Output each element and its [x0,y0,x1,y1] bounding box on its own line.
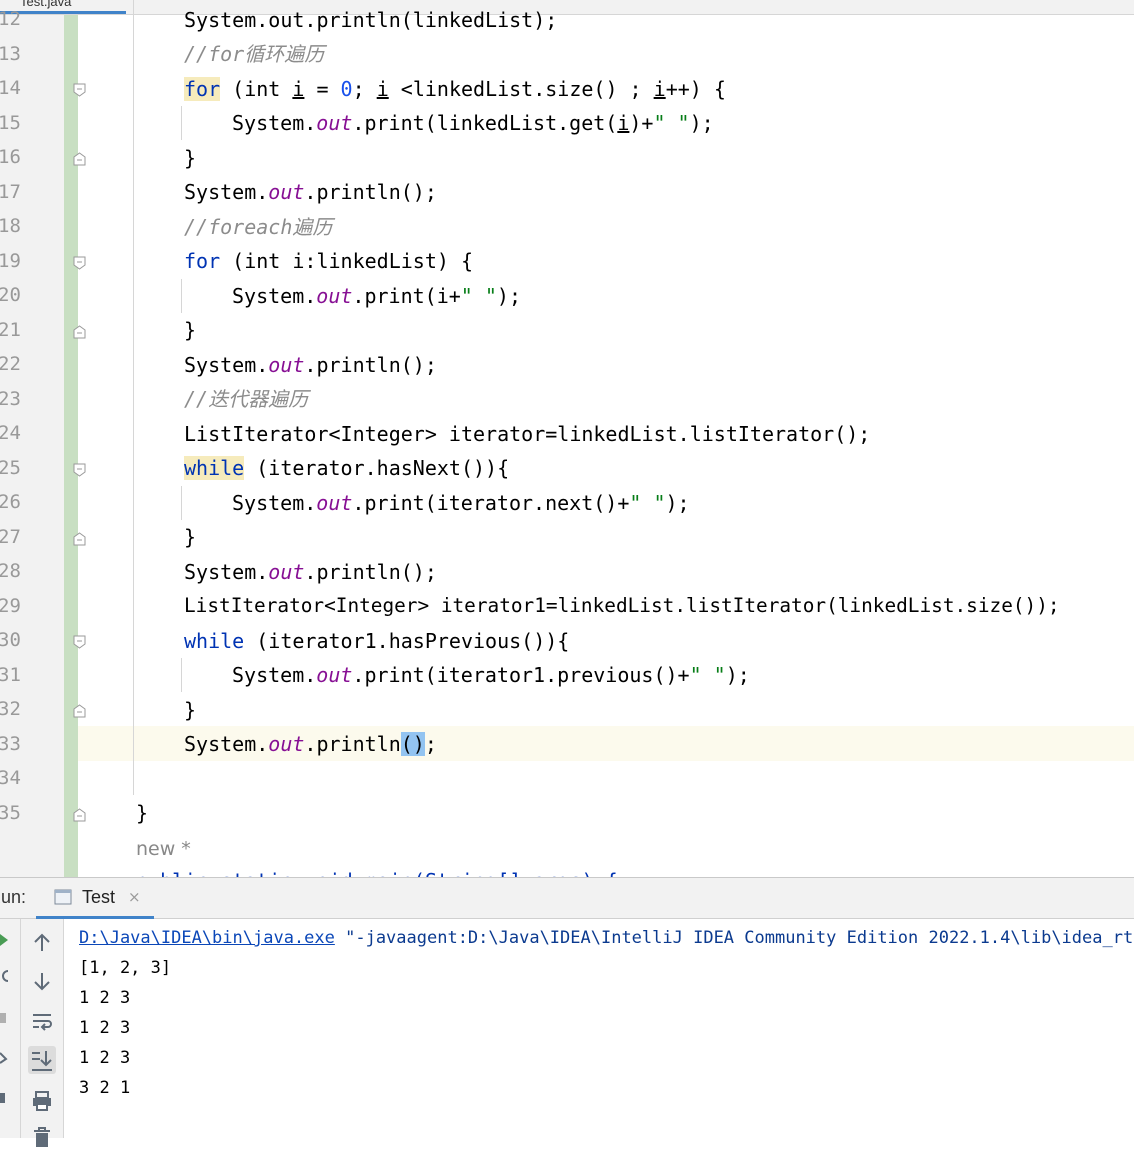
indent-guide [181,106,182,140]
console-icon [54,889,72,905]
line-number: 24 [0,422,21,444]
run-header: Run: Test × [0,878,1134,919]
code-line: ListIterator<Integer> iterator1=linkedLi… [184,594,1060,617]
editor-tab-bar: Test.java [0,0,1134,15]
code-line: System.out.print(linkedList.get(i)+" "); [232,111,714,135]
console-output[interactable]: D:\Java\IDEA\bin\java.exe "-javaagent:D:… [63,919,1134,1138]
console-output-line: [1, 2, 3] [79,958,172,978]
run-tab-name: Test [82,887,116,907]
run-tab-test[interactable]: Test × [36,878,154,919]
line-number: 17 [0,181,21,203]
indent-guide [181,658,182,692]
code-line: for (int i:linkedList) { [184,249,473,273]
stop-icon[interactable] [0,1009,14,1027]
line-number: 32 [0,698,21,720]
fold-start-icon[interactable] [73,83,86,97]
line-number: 25 [0,457,21,479]
scroll-to-end-icon [32,1051,52,1071]
run-tool-window: Run: Test × D:\Java\IDEA\bin\java.exe "-… [0,877,1134,1147]
code-line: for (int i = 0; i <linkedList.size() ; i… [184,77,726,101]
line-number: 34 [0,767,21,789]
fold-start-icon[interactable] [73,635,86,649]
line-number: 21 [0,319,21,341]
indent-guide [181,486,182,520]
run-left-toolbar [0,919,21,1138]
matched-parens: () [400,732,425,756]
console-command-line: D:\Java\IDEA\bin\java.exe "-javaagent:D:… [79,928,1134,948]
fold-start-icon[interactable] [73,256,86,270]
console-output-line: 1 2 3 [79,1048,131,1068]
line-number: 15 [0,112,21,134]
line-number: 23 [0,388,21,410]
code-line: System.out.println(); [184,560,437,584]
restart-icon[interactable] [0,967,14,985]
console-output-line: 1 2 3 [79,1018,131,1038]
code-line: } [184,318,197,342]
print-icon[interactable] [30,1089,54,1113]
line-number: 35 [0,802,21,824]
line-number: 16 [0,146,21,168]
code-line: ListIterator<Integer> iterator=linkedLis… [184,422,871,446]
code-line: while (iterator1.hasPrevious()){ [184,629,570,653]
line-number: 30 [0,629,21,651]
code-line: System.out.print(iterator1.previous()+" … [232,663,750,687]
fold-end-icon[interactable] [73,325,86,339]
code-line: System.out.print(i+" "); [232,284,522,308]
code-line: //迭代器遍历 [184,387,309,411]
code-editor[interactable]: Test.java 12 13 14 15 16 17 18 19 20 21 … [0,0,1134,877]
code-line: System.out.println(linkedList); [184,8,558,32]
console-output-line: 1 2 3 [79,988,131,1008]
console-output-line: 3 2 1 [79,1078,131,1098]
rerun-icon[interactable] [0,931,14,949]
line-number: 28 [0,560,21,582]
line-number: 18 [0,215,21,237]
fold-end-icon[interactable] [73,532,86,546]
code-line: } [184,525,197,549]
line-number: 33 [0,733,21,755]
line-number: 14 [0,77,21,99]
code-line: } [184,698,197,722]
code-line: //foreach遍历 [184,215,333,239]
code-line: System.out.println(); [184,353,437,377]
line-number: 31 [0,664,21,686]
line-number: 27 [0,526,21,548]
indent-guide [181,279,182,313]
line-number: 20 [0,284,21,306]
code-line: } [184,146,197,170]
code-line: System.out.println(); [184,180,437,204]
usage-inlay-hint[interactable]: new * [136,832,191,866]
line-number: 13 [0,43,21,65]
run-label: Run: [0,887,27,907]
fold-end-icon[interactable] [73,808,86,822]
code-line: while (iterator.hasNext()){ [184,456,510,480]
fold-end-icon[interactable] [73,704,86,718]
code-line: } [136,801,149,825]
java-exe-link[interactable]: D:\Java\IDEA\bin\java.exe [79,928,335,948]
line-number: 26 [0,491,21,513]
up-arrow-icon[interactable] [30,931,54,955]
pin-icon[interactable] [0,1089,14,1107]
code-line-current: System.out.println(); [184,732,437,756]
fold-end-icon[interactable] [73,152,86,166]
layout-icon[interactable] [0,1049,14,1067]
fold-start-icon[interactable] [73,463,86,477]
soft-wrap-icon[interactable] [30,1009,54,1033]
trash-icon[interactable] [30,1125,54,1149]
scroll-to-end-button[interactable] [28,1046,56,1074]
console-toolbar [21,919,64,1147]
line-number: 12 [0,8,21,30]
code-line: System.out.print(iterator.next()+" "); [232,491,690,515]
line-number: 19 [0,250,21,272]
vcs-change-marker [64,0,78,877]
line-number: 22 [0,353,21,375]
code-line: //for循环遍历 [184,42,325,66]
code-line-partial: public static void main(String[] args) { [136,864,618,877]
close-icon[interactable]: × [128,888,141,906]
line-number: 29 [0,595,21,617]
indent-guide [133,0,134,795]
down-arrow-icon[interactable] [30,969,54,993]
